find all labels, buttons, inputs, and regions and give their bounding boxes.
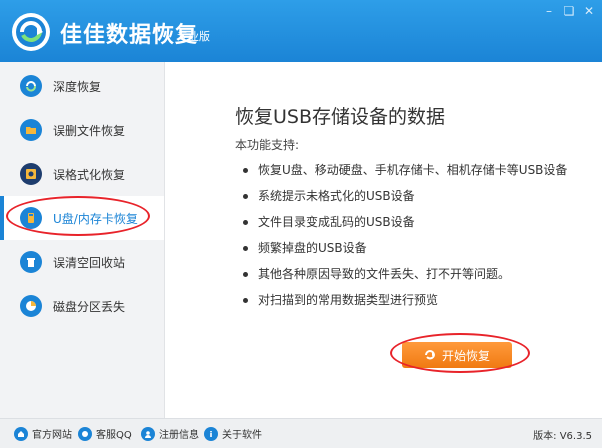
list-item: 其他各种原因导致的文件丢失、打不开等问题。 xyxy=(241,261,567,287)
pie-icon xyxy=(20,295,42,317)
page-title: 恢复USB存储设备的数据 xyxy=(235,106,446,128)
app-edition: 专业版 xyxy=(177,30,210,43)
list-item: 恢复U盘、移动硬盘、手机存储卡、相机存储卡等USB设备 xyxy=(241,157,567,183)
feature-list: 恢复U盘、移动硬盘、手机存储卡、相机存储卡等USB设备 系统提示未格式化的USB… xyxy=(241,157,567,313)
version-label: 版本: V6.3.5 xyxy=(533,431,592,442)
highlight-oval xyxy=(6,196,150,236)
bullet-icon xyxy=(243,246,248,251)
main-panel: 恢复USB存储设备的数据 本功能支持: 恢复U盘、移动硬盘、手机存储卡、相机存储… xyxy=(166,62,602,418)
official-site-link[interactable]: 官方网站 xyxy=(14,426,72,441)
list-item: 频繁掉盘的USB设备 xyxy=(241,235,567,261)
home-icon xyxy=(14,426,28,441)
bullet-icon xyxy=(243,272,248,277)
intro-text: 本功能支持: xyxy=(235,138,300,152)
sidebar: 深度恢复 误删文件恢复 误格式化恢复 U盘/内存卡恢复 误清空回收站 磁盘分区丢… xyxy=(0,62,165,418)
sidebar-item-partition-loss[interactable]: 磁盘分区丢失 xyxy=(0,284,164,328)
sidebar-item-deep-recovery[interactable]: 深度恢复 xyxy=(0,64,164,108)
list-item: 系统提示未格式化的USB设备 xyxy=(241,183,567,209)
bullet-icon xyxy=(243,220,248,225)
sidebar-item-deleted-files[interactable]: 误删文件恢复 xyxy=(0,108,164,152)
about-link[interactable]: 关于软件 xyxy=(204,426,262,441)
qq-icon xyxy=(78,426,92,441)
sidebar-item-label: 磁盘分区丢失 xyxy=(53,299,126,314)
trash-icon xyxy=(20,251,42,273)
highlight-oval xyxy=(390,333,530,373)
bullet-icon xyxy=(243,168,248,173)
restore-icon[interactable]: ❏ xyxy=(561,3,577,19)
support-qq-link[interactable]: 客服QQ xyxy=(78,426,132,441)
refresh-icon xyxy=(20,75,42,97)
bullet-icon xyxy=(243,194,248,199)
user-icon xyxy=(141,426,155,441)
title-bar: 佳佳数据恢复 专业版 – ❏ ✕ xyxy=(0,0,602,62)
info-icon xyxy=(204,426,218,441)
list-item: 文件目录变成乱码的USB设备 xyxy=(241,209,567,235)
close-icon[interactable]: ✕ xyxy=(581,3,597,19)
sidebar-item-label: 误格式化恢复 xyxy=(53,167,126,182)
minimize-icon[interactable]: – xyxy=(541,3,557,19)
sidebar-item-formatted[interactable]: 误格式化恢复 xyxy=(0,152,164,196)
bullet-icon xyxy=(243,298,248,303)
status-bar: 官方网站 客服QQ 注册信息 关于软件 版本: V6.3.5 xyxy=(0,418,602,448)
disk-icon xyxy=(20,163,42,185)
list-item: 对扫描到的常用数据类型进行预览 xyxy=(241,287,567,313)
app-logo-icon xyxy=(12,13,50,51)
active-indicator xyxy=(0,196,4,240)
folder-icon xyxy=(20,119,42,141)
sidebar-item-label: 误清空回收站 xyxy=(53,255,126,270)
sidebar-item-label: 深度恢复 xyxy=(53,79,102,94)
registration-link[interactable]: 注册信息 xyxy=(141,426,199,441)
sidebar-item-recycle-bin[interactable]: 误清空回收站 xyxy=(0,240,164,284)
sidebar-item-label: 误删文件恢复 xyxy=(53,123,126,138)
